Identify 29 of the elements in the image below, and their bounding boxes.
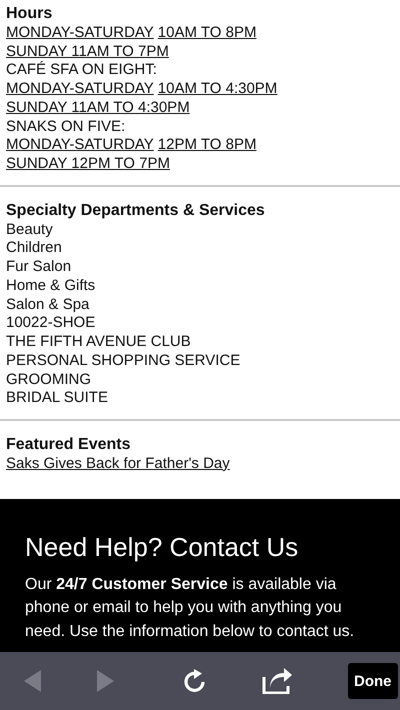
department-item: Fur Salon bbox=[6, 258, 72, 277]
department-item: THE FIFTH AVENUE CLUB bbox=[6, 333, 191, 352]
share-icon[interactable] bbox=[262, 668, 292, 694]
hours-link[interactable]: 10AM TO 8PM bbox=[158, 24, 256, 42]
hours-label: CAFÉ SFA ON EIGHT: bbox=[6, 61, 157, 80]
department-item: GROOMING bbox=[6, 370, 91, 390]
done-button[interactable]: Done bbox=[348, 663, 398, 699]
section-heading: Specialty Departments & Services bbox=[6, 202, 266, 220]
section-heading: Featured Events bbox=[6, 436, 132, 455]
hours-link[interactable]: SUNDAY 11AM TO 7PM bbox=[6, 42, 169, 62]
hours-link[interactable]: SUNDAY 12PM TO 7PM bbox=[6, 155, 170, 174]
hours-link[interactable]: MONDAY-SATURDAY bbox=[6, 136, 154, 155]
hours-link[interactable]: 12PM TO 8PM bbox=[158, 136, 256, 155]
department-item: BRIDAL SUITE bbox=[6, 389, 108, 408]
section-heading: Hours bbox=[6, 5, 54, 24]
hours-link[interactable]: SUNDAY 11AM TO 4:30PM bbox=[6, 98, 190, 118]
help-title: Need Help? Contact Us bbox=[25, 530, 300, 562]
hours-link[interactable]: MONDAY-SATURDAY bbox=[6, 80, 154, 99]
help-text: Our 24/7 Customer Service is available via phone or email to help you with anything you need. Use the information below to contact us. bbox=[25, 574, 356, 642]
hours-label: SNAKS ON FIVE: bbox=[6, 118, 126, 136]
hours-link[interactable]: 10AM TO 4:30PM bbox=[158, 80, 278, 99]
department-item: Children bbox=[6, 239, 62, 258]
department-item: Beauty bbox=[6, 220, 53, 240]
department-item: 10022-SHOE bbox=[6, 314, 96, 333]
hours-link[interactable]: MONDAY-SATURDAY bbox=[6, 24, 154, 42]
event-link[interactable]: Saks Gives Back for Father's Day bbox=[6, 454, 230, 474]
department-item: PERSONAL SHOPPING SERVICE bbox=[6, 352, 240, 370]
department-item: Salon & Spa bbox=[6, 296, 90, 314]
department-item: Home & Gifts bbox=[6, 276, 96, 296]
